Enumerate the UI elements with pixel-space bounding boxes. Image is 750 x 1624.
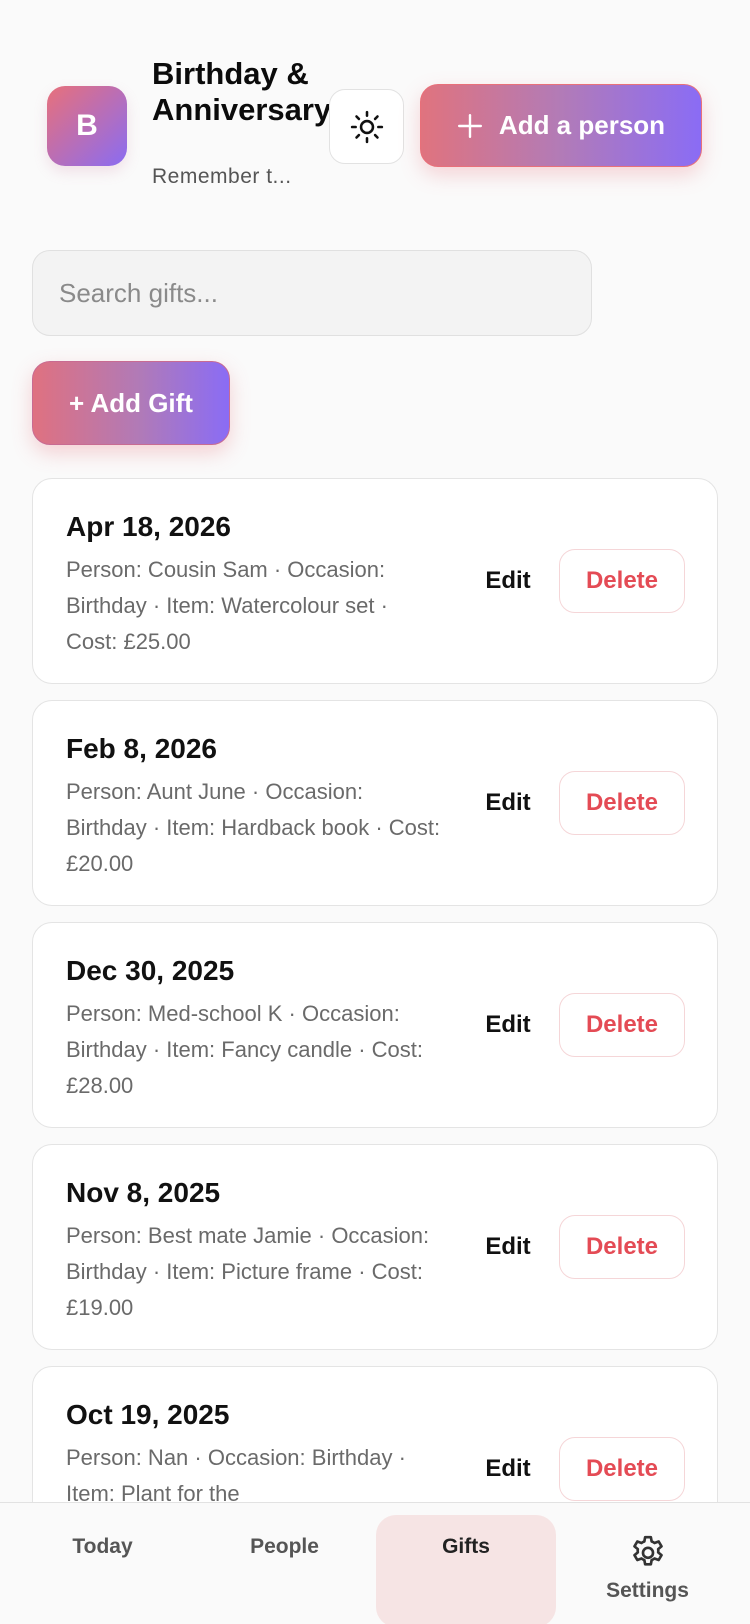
gift-details: Person: Aunt June · Occasion: Birthday ·… bbox=[66, 779, 441, 876]
tab-settings-label: Settings bbox=[606, 1579, 689, 1602]
avatar-letter: B bbox=[76, 109, 98, 142]
gift-card: Dec 30, 2025 Person: Med-school K · Occa… bbox=[32, 922, 718, 1128]
app-subtitle: Remember t... bbox=[152, 165, 292, 188]
tab-settings[interactable]: Settings bbox=[555, 1503, 740, 1624]
edit-gift-button[interactable]: Edit bbox=[468, 1215, 548, 1279]
edit-gift-button[interactable]: Edit bbox=[468, 1437, 548, 1501]
gift-card: Nov 8, 2025 Person: Best mate Jamie · Oc… bbox=[32, 1144, 718, 1350]
app-title: Birthday & Anniversary bbox=[152, 56, 332, 127]
bottom-nav: Today People Gifts Settings bbox=[0, 1502, 750, 1624]
tab-gifts[interactable]: Gifts bbox=[376, 1515, 556, 1624]
plus-icon bbox=[457, 113, 482, 138]
app-avatar: B bbox=[47, 86, 127, 166]
delete-gift-button[interactable]: Delete bbox=[559, 549, 685, 613]
edit-gift-button[interactable]: Edit bbox=[468, 993, 548, 1057]
gift-date: Dec 30, 2025 bbox=[66, 955, 235, 986]
tab-today-label: Today bbox=[72, 1535, 133, 1558]
tab-people-label: People bbox=[250, 1535, 319, 1558]
tab-people[interactable]: People bbox=[192, 1503, 377, 1624]
gift-date: Nov 8, 2025 bbox=[66, 1177, 221, 1208]
sun-icon bbox=[350, 110, 383, 143]
tab-gifts-label: Gifts bbox=[442, 1535, 490, 1558]
delete-gift-button[interactable]: Delete bbox=[559, 1437, 685, 1501]
add-person-label: Add a person bbox=[498, 110, 666, 140]
gear-icon bbox=[632, 1535, 663, 1566]
gift-date: Apr 18, 2026 bbox=[66, 511, 231, 542]
gift-card: Apr 18, 2026 Person: Cousin Sam · Occasi… bbox=[32, 478, 718, 684]
add-gift-button[interactable]: + Add Gift bbox=[32, 361, 230, 445]
edit-gift-button[interactable]: Edit bbox=[468, 549, 548, 613]
delete-gift-button[interactable]: Delete bbox=[559, 993, 685, 1057]
gift-details: Person: Med-school K · Occasion: Birthda… bbox=[66, 1001, 424, 1098]
gifts-screen: B Birthday & Anniversary Remember t... A… bbox=[0, 0, 750, 1624]
gift-card: Feb 8, 2026 Person: Aunt June · Occasion… bbox=[32, 700, 718, 906]
delete-gift-button[interactable]: Delete bbox=[559, 1215, 685, 1279]
theme-toggle-button[interactable] bbox=[329, 89, 404, 164]
gift-list: Apr 18, 2026 Person: Cousin Sam · Occasi… bbox=[32, 478, 718, 1588]
gift-date: Feb 8, 2026 bbox=[66, 733, 217, 764]
delete-gift-button[interactable]: Delete bbox=[559, 771, 685, 835]
add-person-button[interactable]: Add a person bbox=[420, 84, 702, 167]
search-gifts-input[interactable] bbox=[32, 250, 592, 336]
gift-details: Person: Best mate Jamie · Occasion: Birt… bbox=[66, 1223, 430, 1320]
gift-date: Oct 19, 2025 bbox=[66, 1399, 230, 1430]
gift-details: Person: Cousin Sam · Occasion: Birthday … bbox=[66, 557, 388, 654]
tab-today[interactable]: Today bbox=[10, 1503, 195, 1624]
edit-gift-button[interactable]: Edit bbox=[468, 771, 548, 835]
